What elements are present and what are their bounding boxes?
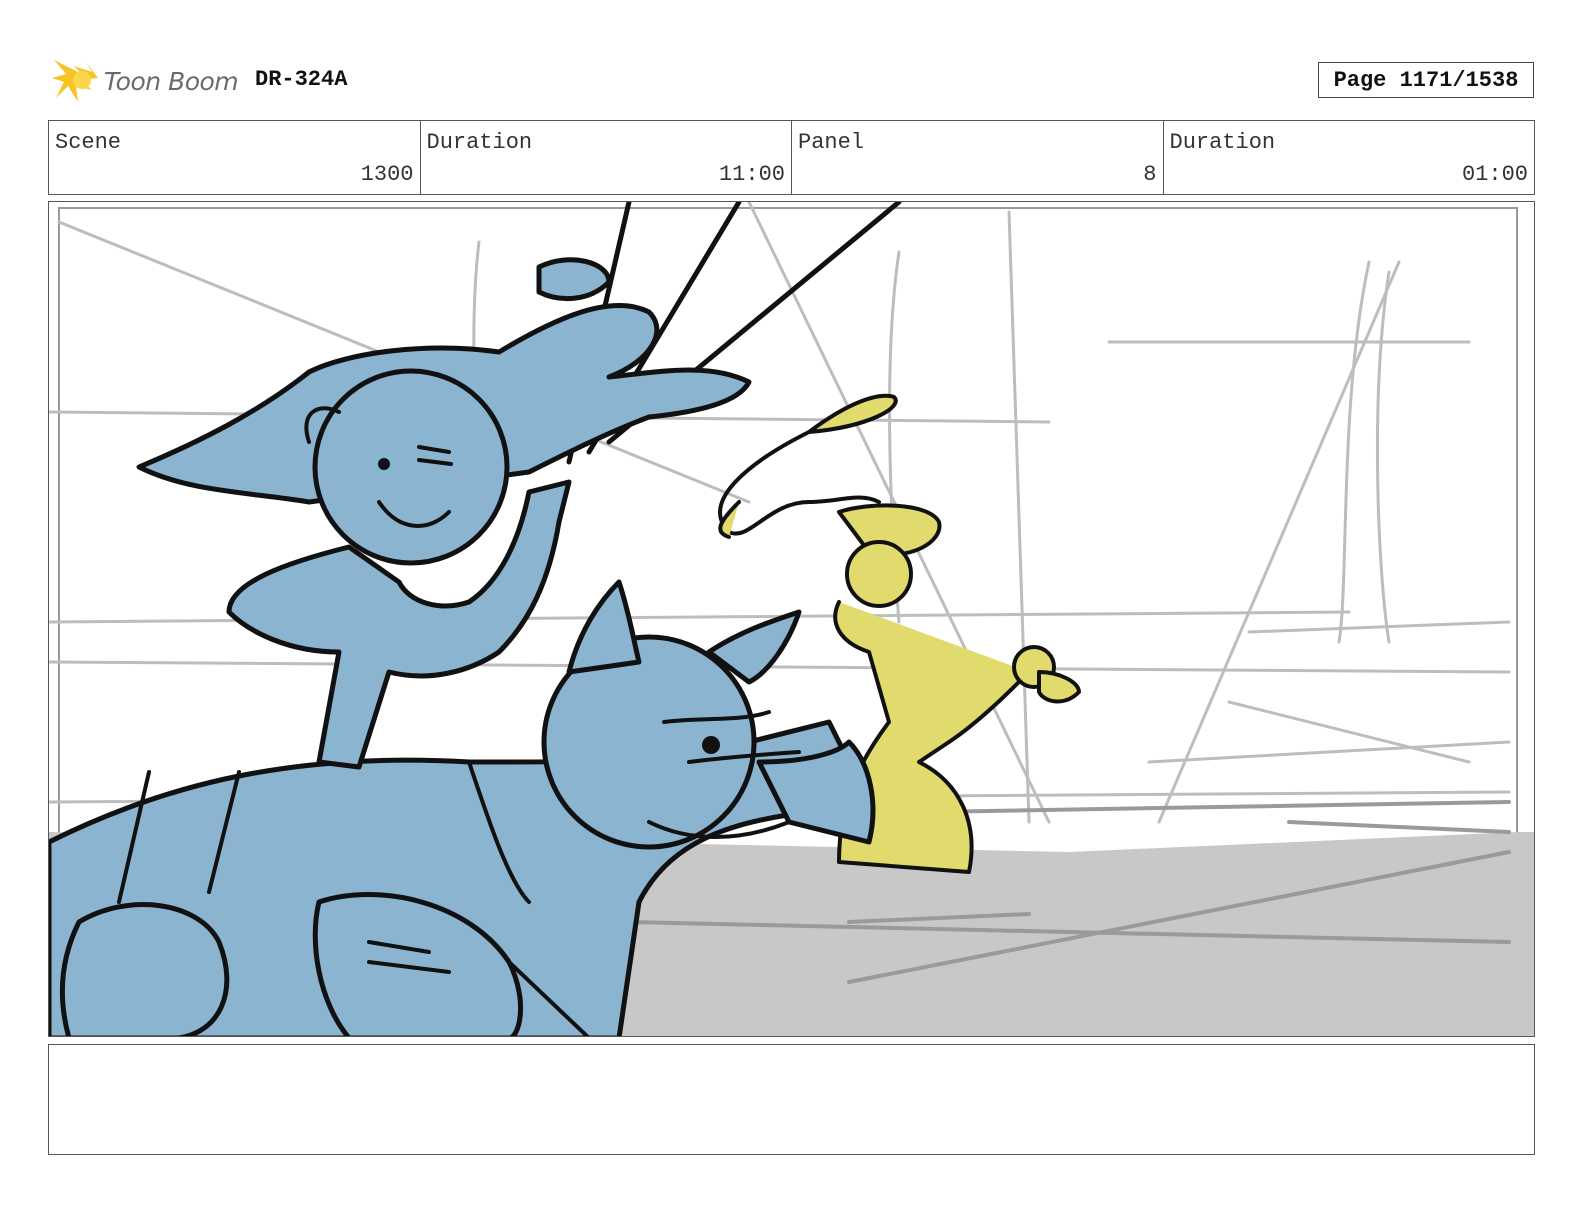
- logo-text: Toon Boom: [104, 66, 239, 96]
- scene-duration-cell: Duration 11:00: [421, 121, 792, 194]
- panel-value: 8: [1143, 162, 1157, 187]
- page-number: Page 1171/1538: [1318, 62, 1534, 98]
- panel-duration-label: Duration: [1169, 130, 1276, 155]
- panel-notes-box: [48, 1044, 1535, 1155]
- panel-duration-value: 01:00: [1461, 162, 1528, 187]
- scene-cell: Scene 1300: [49, 121, 421, 194]
- panel-label: Panel: [798, 130, 865, 155]
- burst-icon: [52, 60, 98, 102]
- document-code: DR-324A: [255, 67, 348, 92]
- panel-sketch: [49, 202, 1534, 1036]
- scene-duration-label: Duration: [426, 130, 533, 155]
- panel-duration-cell: Duration 01:00: [1164, 121, 1535, 194]
- storyboard-info-table: Scene 1300 Duration 11:00 Panel 8 Durati…: [48, 120, 1535, 195]
- panel-cell: Panel 8: [792, 121, 1164, 194]
- storyboard-panel: [48, 201, 1535, 1037]
- toon-boom-logo: Toon Boom: [52, 56, 239, 106]
- scene-value: 1300: [360, 162, 414, 187]
- scene-label: Scene: [55, 130, 122, 155]
- scene-duration-value: 11:00: [718, 162, 785, 187]
